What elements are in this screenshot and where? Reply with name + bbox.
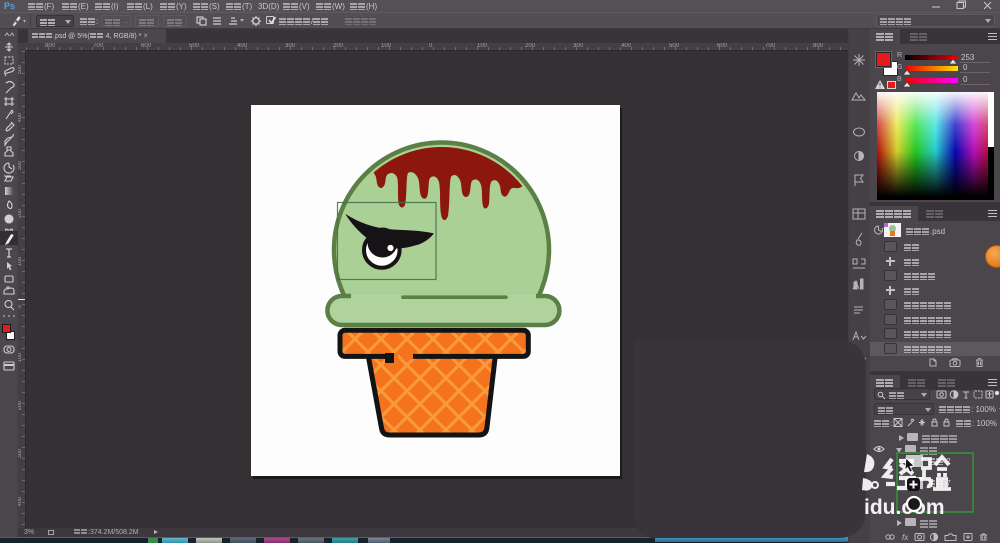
svg-text:fx: fx bbox=[902, 533, 909, 542]
